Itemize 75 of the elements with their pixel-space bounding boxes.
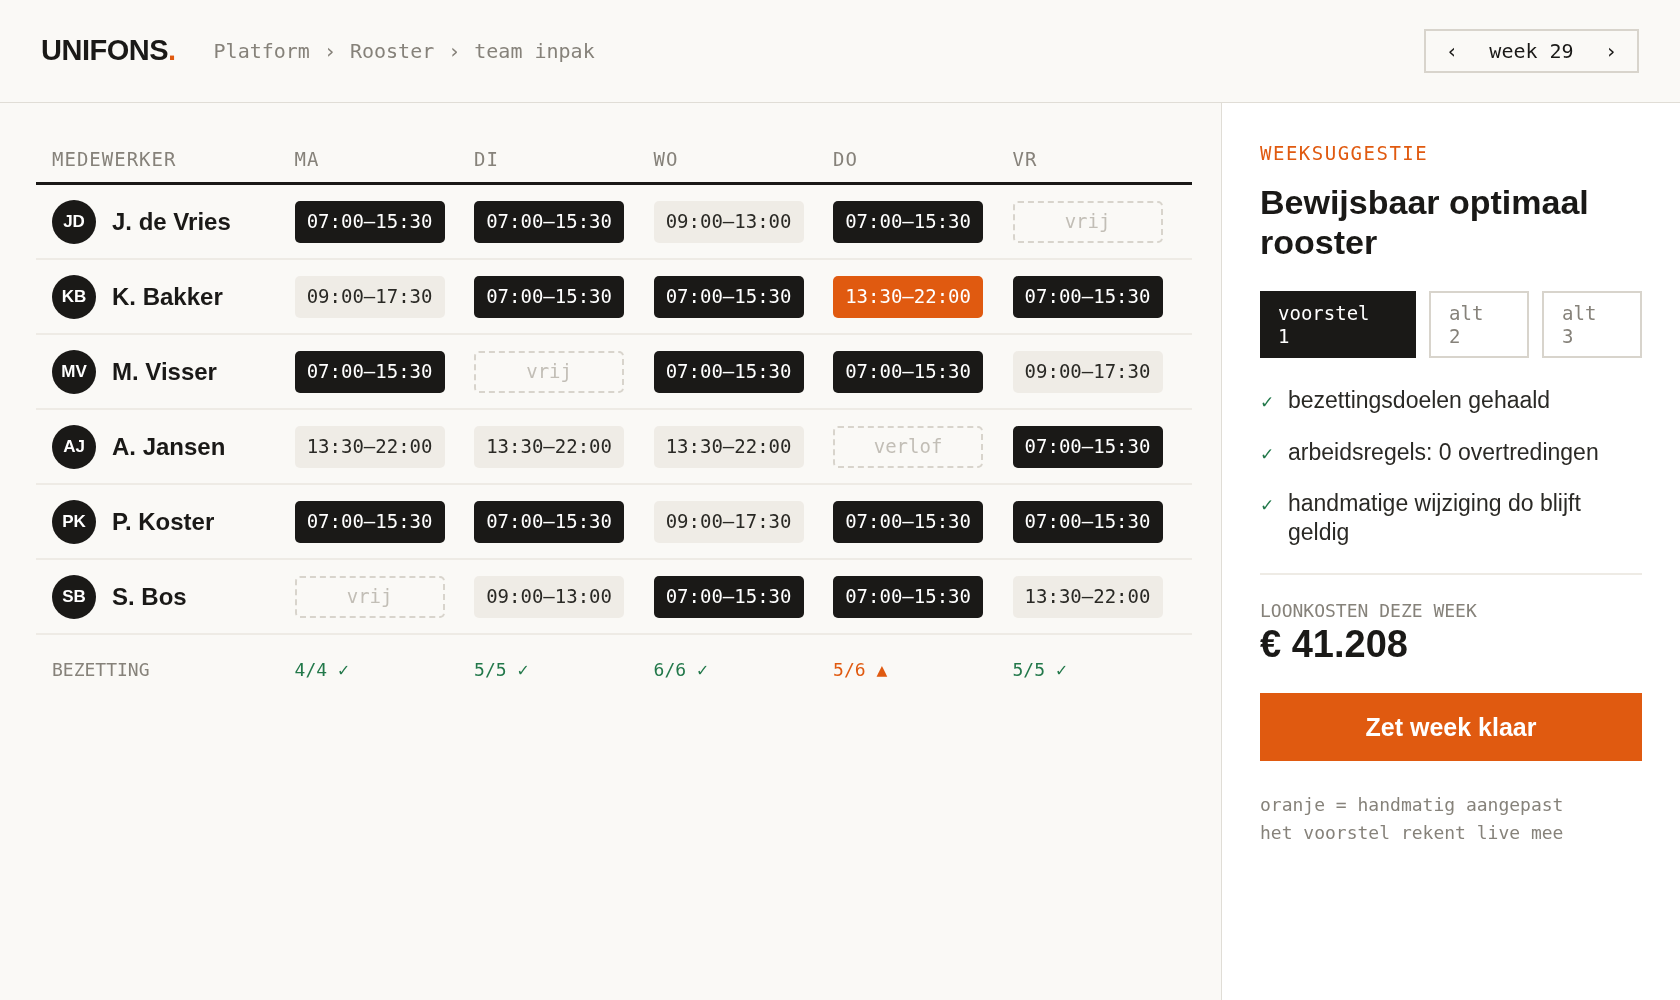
avatar: SB — [52, 574, 96, 619]
footer-label: BEZETTING — [52, 658, 150, 680]
shift-cell[interactable]: 07:00–15:30 — [833, 200, 984, 243]
shift-cell[interactable]: 07:00–15:30 — [1012, 425, 1163, 468]
shift-cell[interactable]: 07:00–15:30 — [1012, 275, 1163, 318]
occupancy-count: 6/6 ✓ — [653, 658, 708, 680]
avatar: AJ — [52, 424, 96, 469]
employee-name: M. Visser — [112, 356, 217, 387]
occupancy-count: 5/5 ✓ — [474, 658, 529, 680]
legend-note: oranje = handmatig aangepast — [1260, 793, 1565, 818]
shift-cell[interactable]: 09:00–13:00 — [653, 200, 804, 243]
breadcrumb-link[interactable]: Rooster — [349, 36, 435, 66]
cost-label: LOONKOSTEN DEZE WEEK — [1260, 598, 1478, 623]
employee-name: P. Koster — [112, 506, 215, 537]
breadcrumb-separator: › — [323, 38, 336, 65]
shift-cell[interactable]: 07:00–15:30 — [653, 575, 804, 618]
check-text: handmatige wijziging do blijft geldig — [1288, 489, 1582, 547]
panel-title: Bewijsbaar optimaal rooster — [1260, 181, 1590, 264]
shift-cell[interactable]: 07:00–15:30 — [294, 500, 445, 543]
column-header: DI — [474, 148, 499, 170]
check-mark: ✓ — [1260, 443, 1274, 466]
previous-week-button[interactable]: ‹ — [1446, 36, 1459, 66]
avatar: KB — [52, 274, 96, 319]
shift-cell[interactable]: 13:30–22:00 — [294, 425, 445, 468]
check-mark: ✓ — [1260, 495, 1274, 518]
avatar: JD — [52, 199, 96, 244]
occupancy-count: 5/6 ▲ — [833, 658, 888, 680]
employee-name: S. Bos — [112, 581, 187, 612]
legend-note: het voorstel rekent live mee — [1260, 821, 1565, 846]
option-tab[interactable]: alt 3 — [1542, 291, 1642, 359]
avatar: MV — [52, 349, 96, 394]
occupancy-count: 5/5 ✓ — [1012, 658, 1067, 680]
shift-cell[interactable]: 09:00–13:00 — [474, 575, 625, 618]
check-text: bezettingsdoelen gehaald — [1288, 386, 1551, 415]
next-week-button[interactable]: › — [1604, 36, 1617, 66]
shift-cell[interactable]: 07:00–15:30 — [474, 200, 625, 243]
cost-value: € 41.208 — [1260, 623, 1409, 666]
occupancy-count: 4/4 ✓ — [294, 658, 349, 680]
column-header: MA — [294, 148, 320, 170]
shift-cell[interactable]: 07:00–15:30 — [294, 350, 445, 393]
employee-name: K. Bakker — [112, 281, 223, 312]
shift-cell[interactable]: 07:00–15:30 — [653, 275, 804, 318]
shift-cell[interactable]: 07:00–15:30 — [294, 200, 445, 243]
option-tab[interactable]: alt 2 — [1429, 291, 1529, 359]
column-header: VR — [1012, 148, 1038, 170]
shift-cell[interactable]: 09:00–17:30 — [653, 500, 804, 543]
panel-eyebrow: WEEKSUGGESTIE — [1260, 141, 1430, 166]
shift-cell[interactable]: 07:00–15:30 — [653, 350, 804, 393]
shift-cell[interactable]: 07:00–15:30 — [474, 500, 625, 543]
shift-cell[interactable]: 13:30–22:00 — [1012, 575, 1163, 618]
breadcrumb-separator: › — [448, 38, 461, 65]
confirm-week-button[interactable]: Zet week klaar — [1260, 693, 1642, 762]
avatar: PK — [52, 499, 96, 544]
employee-name: J. de Vries — [112, 206, 231, 237]
column-header: WO — [653, 148, 679, 170]
check-mark: ✓ — [1260, 392, 1274, 415]
shift-cell[interactable]: 13:30–22:00 — [653, 425, 804, 468]
logo: UNIFONS. — [41, 33, 176, 69]
week-label: week 29 — [1489, 38, 1574, 65]
shift-cell[interactable]: 07:00–15:30 — [1012, 500, 1163, 543]
column-header: DO — [833, 148, 858, 170]
check-text: arbeidsregels: 0 overtredingen — [1288, 437, 1599, 467]
column-header: MEDEWERKER — [52, 148, 177, 170]
shift-cell[interactable]: 07:00–15:30 — [833, 575, 984, 618]
breadcrumb-link[interactable]: Platform — [213, 36, 310, 66]
shift-cell[interactable]: 07:00–15:30 — [833, 350, 984, 393]
shift-cell[interactable]: 07:00–15:30 — [833, 500, 984, 543]
shift-cell[interactable]: 13:30–22:00 — [474, 425, 625, 468]
option-tab[interactable]: voorstel 1 — [1260, 291, 1416, 359]
breadcrumb-link[interactable]: team inpak — [474, 36, 595, 66]
shift-cell[interactable]: 09:00–17:30 — [294, 275, 445, 318]
shift-cell[interactable]: 13:30–22:00 — [833, 275, 984, 318]
shift-cell[interactable]: 07:00–15:30 — [474, 275, 625, 318]
employee-name: A. Jansen — [112, 431, 226, 462]
shift-cell[interactable]: 09:00–17:30 — [1012, 350, 1163, 393]
